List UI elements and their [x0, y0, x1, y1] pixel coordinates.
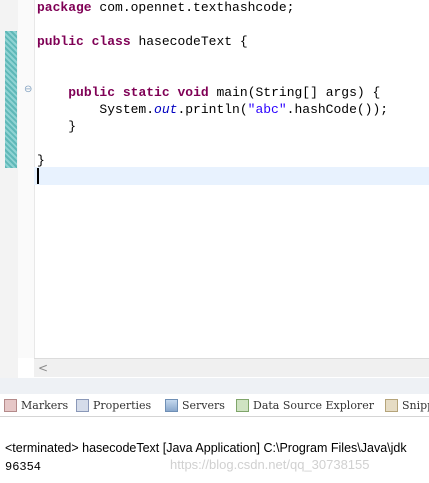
tab-label-snippets: Snipp — [402, 398, 429, 412]
code-token: hasecodeText { — [130, 34, 248, 49]
horizontal-scrollbar[interactable]: < — [34, 358, 429, 377]
code-token: } — [37, 119, 77, 134]
fold-collapse-icon[interactable]: ⊖ — [24, 85, 34, 95]
code-keyword: static — [122, 85, 170, 100]
code-line[interactable]: public static void main(String[] args) { — [37, 84, 380, 101]
markers-icon — [4, 398, 17, 412]
snippets-icon — [385, 398, 398, 412]
console-output-text[interactable]: 96354 — [5, 460, 41, 474]
tab-label-servers: Servers — [182, 398, 225, 412]
properties-icon — [76, 398, 89, 412]
code-line[interactable]: } — [37, 152, 45, 169]
code-line[interactable]: package com.opennet.texthashcode; — [37, 0, 294, 16]
annotation-ruler — [18, 0, 35, 358]
code-editor[interactable]: ⊖ package com.opennet.texthashcode; publi… — [0, 0, 429, 378]
code-string: "abc" — [247, 102, 287, 117]
code-keyword: void — [177, 85, 209, 100]
scroll-left-arrow-icon[interactable]: < — [38, 361, 48, 375]
tab-data-source-explorer[interactable]: Data Source Explorer — [236, 394, 374, 416]
code-line[interactable]: System.out.println("abc".hashCode()); — [37, 101, 388, 118]
tab-properties[interactable]: Properties — [76, 394, 151, 416]
tab-markers[interactable]: Markers — [4, 394, 68, 416]
tab-label-properties: Properties — [93, 398, 152, 412]
bottom-tab-bar: Markers Properties Servers Data Source E… — [0, 394, 429, 417]
code-token: .hashCode()); — [286, 102, 389, 117]
watermark: https://blog.csdn.net/qq_30738155 — [170, 457, 370, 472]
code-token: System. — [37, 102, 155, 117]
code-line[interactable]: public class hasecodeText { — [37, 33, 248, 50]
tab-servers[interactable]: Servers — [165, 394, 225, 416]
data-source-explorer-icon — [236, 398, 249, 412]
code-token: com.opennet.texthashcode; — [91, 0, 295, 15]
console-process-header: <terminated> hasecodeText [Java Applicat… — [5, 441, 407, 455]
view-splitter[interactable] — [0, 378, 429, 394]
code-token: } — [37, 153, 45, 168]
console-view[interactable]: <terminated> hasecodeText [Java Applicat… — [0, 417, 429, 483]
code-field: out — [154, 102, 178, 117]
tab-label-data-source-explorer: Data Source Explorer — [253, 398, 374, 412]
code-keyword: package — [37, 0, 92, 15]
current-line-highlight — [34, 167, 429, 185]
code-token: main(String[] args) { — [208, 85, 381, 100]
tab-label-markers: Markers — [21, 398, 69, 412]
text-caret — [37, 168, 39, 184]
code-keyword: public — [68, 85, 116, 100]
code-token: .println( — [177, 102, 248, 117]
tab-snippets[interactable]: Snipp — [385, 394, 429, 416]
code-keyword: class — [91, 34, 131, 49]
quick-diff-change-bar — [5, 31, 17, 168]
code-line[interactable]: } — [37, 118, 76, 135]
servers-icon — [165, 398, 178, 412]
code-keyword: public — [37, 34, 84, 49]
